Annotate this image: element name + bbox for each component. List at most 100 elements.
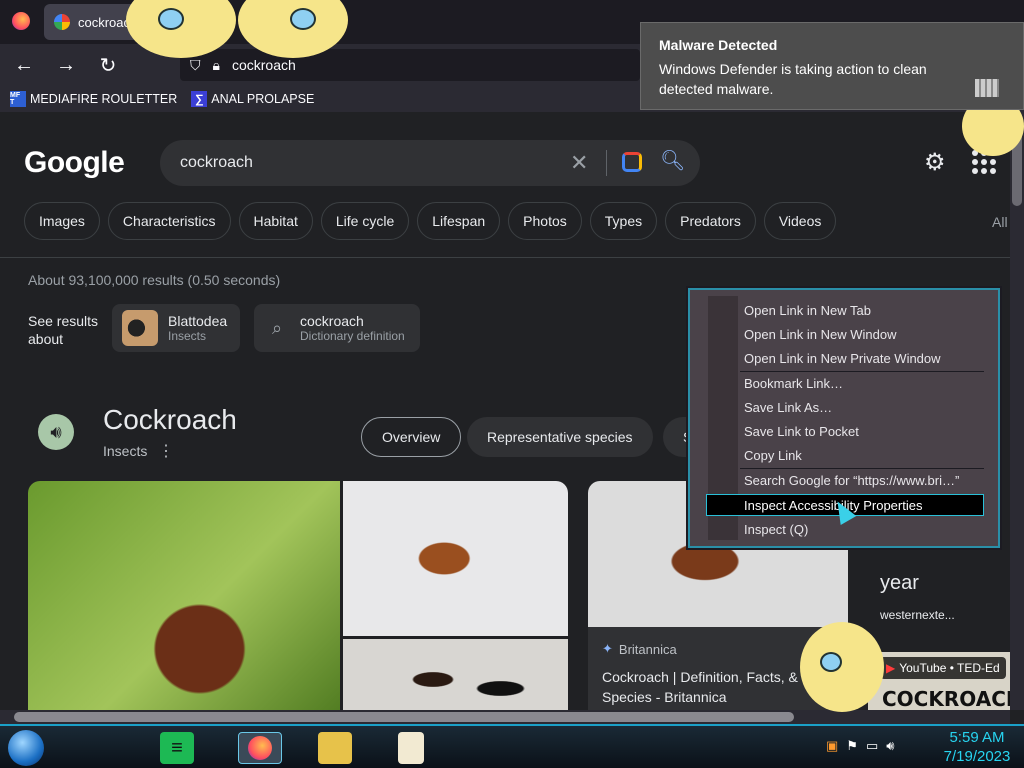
about-card-blattodea[interactable]: Blattodea Insects <box>112 304 240 352</box>
search-divider <box>606 150 607 176</box>
blattodea-thumbnail <box>122 310 158 346</box>
chip-videos[interactable]: Videos <box>763 202 837 240</box>
youtube-icon: ▶ <box>886 661 896 675</box>
bookmark-label: ANAL PROLAPSE <box>211 92 315 106</box>
chip-images[interactable]: Images <box>24 202 100 240</box>
britannica-icon: ✦ <box>602 641 613 656</box>
character-eye-icon <box>290 8 316 30</box>
bookmark-second[interactable]: ∑ ANAL PROLAPSE <box>191 91 314 107</box>
card2-text: year <box>880 572 919 594</box>
divider <box>0 257 1010 258</box>
search-icon[interactable]: 🔍︎ <box>660 148 685 173</box>
source-label: Britannica <box>618 641 677 657</box>
firefox-icon <box>248 736 272 760</box>
horizontal-scrollbar-thumb[interactable] <box>14 712 794 722</box>
flag-icon[interactable]: ⚑ <box>846 738 858 754</box>
lock-icon[interactable]: 🔒︎ <box>213 57 220 74</box>
url-text[interactable]: cockroach <box>232 57 296 73</box>
context-menu: Open Link in New Tab Open Link in New Wi… <box>688 288 1000 548</box>
bookmark-label: MEDIAFIRE ROULETTER <box>30 92 178 106</box>
clock[interactable]: 5:59 AM 7/19/2023 <box>932 728 1022 766</box>
malware-notification[interactable]: Malware Detected Windows Defender is tak… <box>640 22 1024 110</box>
chip-types[interactable]: Types <box>589 202 658 240</box>
tab-overview[interactable]: Overview <box>361 417 462 457</box>
menu-open-new-tab[interactable]: Open Link in New Tab <box>744 303 871 318</box>
file-explorer-icon[interactable] <box>318 732 352 764</box>
mediafire-icon: MF T <box>10 91 26 107</box>
menu-save-link-as[interactable]: Save Link As… <box>744 400 832 415</box>
reload-icon[interactable]: ↻ <box>90 49 126 81</box>
menu-search-google[interactable]: Search Google for “https://www.bri…” <box>744 473 959 488</box>
menu-open-private-window[interactable]: Open Link in New Private Window <box>744 351 941 366</box>
chip-lifespan[interactable]: Lifespan <box>417 202 501 240</box>
forward-icon[interactable]: → <box>48 49 84 81</box>
more-options-icon[interactable]: ⋮ <box>158 441 174 461</box>
about-card-dictionary[interactable]: ⌕ cockroach Dictionary definition <box>254 304 420 352</box>
chip-predators[interactable]: Predators <box>665 202 756 240</box>
cockroach-photo-small[interactable] <box>343 639 568 710</box>
character-decoration <box>800 622 884 712</box>
gear-icon[interactable]: ⚙ <box>924 148 946 177</box>
clear-icon[interactable]: ✕ <box>570 150 588 176</box>
cockroach-photo-large[interactable] <box>28 481 340 710</box>
character-eye-icon <box>158 8 184 30</box>
chip-characteristics[interactable]: Characteristics <box>107 202 231 240</box>
google-logo[interactable]: Google <box>24 146 125 180</box>
tab-title: cockroac <box>78 14 131 30</box>
menu-separator <box>740 371 984 372</box>
notification-title: Malware Detected <box>659 37 778 53</box>
menu-bookmark-link[interactable]: Bookmark Link… <box>744 376 843 391</box>
speaker-icon[interactable]: 🔊︎ <box>38 414 74 450</box>
result-stats: About 93,100,000 results (0.50 seconds) <box>28 272 281 288</box>
menu-open-new-window[interactable]: Open Link in New Window <box>744 327 896 342</box>
menu-inspect[interactable]: Inspect (Q) <box>744 522 808 537</box>
character-eye-icon <box>820 652 842 672</box>
filter-chips: Images Characteristics Habitat Life cycl… <box>24 202 837 240</box>
bookmark-mediafire[interactable]: MF T MEDIAFIRE ROULETTER <box>10 91 177 107</box>
tab-representative-species[interactable]: Representative species <box>467 417 653 457</box>
google-favicon-icon <box>54 14 70 30</box>
chip-habitat[interactable]: Habitat <box>238 202 313 240</box>
clock-time: 5:59 AM <box>949 729 1005 746</box>
spotify-icon[interactable]: ≡ <box>160 732 194 764</box>
sigma-icon: ∑ <box>191 91 208 107</box>
system-tray: ▣ ⚑ ▭ 🔊︎ <box>826 738 894 754</box>
shield-icon[interactable]: ⛉ <box>190 57 201 74</box>
address-bar[interactable]: ⛉ 🔒︎ cockroach <box>180 49 640 81</box>
card2-source: westernexte... <box>880 608 955 622</box>
about-card-title: Blattodea <box>168 313 228 329</box>
google-lens-icon[interactable] <box>622 152 642 172</box>
about-card-title: cockroach <box>300 313 364 329</box>
youtube-thumbnail-text: COCKROACH <box>882 687 1010 710</box>
search-input[interactable]: cockroach ✕ 🔍︎ <box>160 140 700 186</box>
tray-app-icon[interactable]: ▣ <box>826 738 838 754</box>
about-card-subtitle: Insects <box>168 329 207 343</box>
firefox-menu-icon[interactable] <box>12 12 30 30</box>
all-filters-link[interactable]: All <box>992 214 1008 230</box>
firefox-taskbar-icon[interactable] <box>238 732 282 764</box>
network-icon[interactable]: ▭ <box>866 738 878 754</box>
notepad-icon[interactable] <box>398 732 424 764</box>
see-results-about-label: See results about <box>28 313 99 347</box>
menu-copy-link[interactable]: Copy Link <box>744 448 802 463</box>
youtube-badge: ▶ YouTube • TED-Ed <box>880 657 1006 679</box>
start-button[interactable] <box>8 730 44 766</box>
knowledge-panel-title: Cockroach <box>103 404 237 435</box>
volume-icon[interactable]: 🔊︎ <box>886 738 894 754</box>
clock-date: 7/19/2023 <box>943 748 1011 765</box>
taskbar: ≡ ▣ ⚑ ▭ 🔊︎ 5:59 AM 7/19/2023 <box>0 724 1024 768</box>
youtube-badge-label: YouTube • TED-Ed <box>899 661 1000 675</box>
britannica-source: ✦ Britannica <box>602 641 677 657</box>
search-query[interactable]: cockroach <box>180 154 253 172</box>
knowledge-panel-subtitle: Insects <box>103 443 148 459</box>
about-card-subtitle: Dictionary definition <box>300 329 405 343</box>
notification-body: Windows Defender is taking action to cle… <box>659 61 927 97</box>
menu-separator <box>740 468 984 469</box>
cockroach-photo-white-bg[interactable] <box>343 481 568 636</box>
back-icon[interactable]: ← <box>6 49 42 81</box>
search-icon: ⌕ <box>271 317 283 338</box>
menu-save-to-pocket[interactable]: Save Link to Pocket <box>744 424 859 439</box>
chip-life-cycle[interactable]: Life cycle <box>320 202 410 240</box>
defender-icon <box>975 79 999 97</box>
chip-photos[interactable]: Photos <box>508 202 582 240</box>
